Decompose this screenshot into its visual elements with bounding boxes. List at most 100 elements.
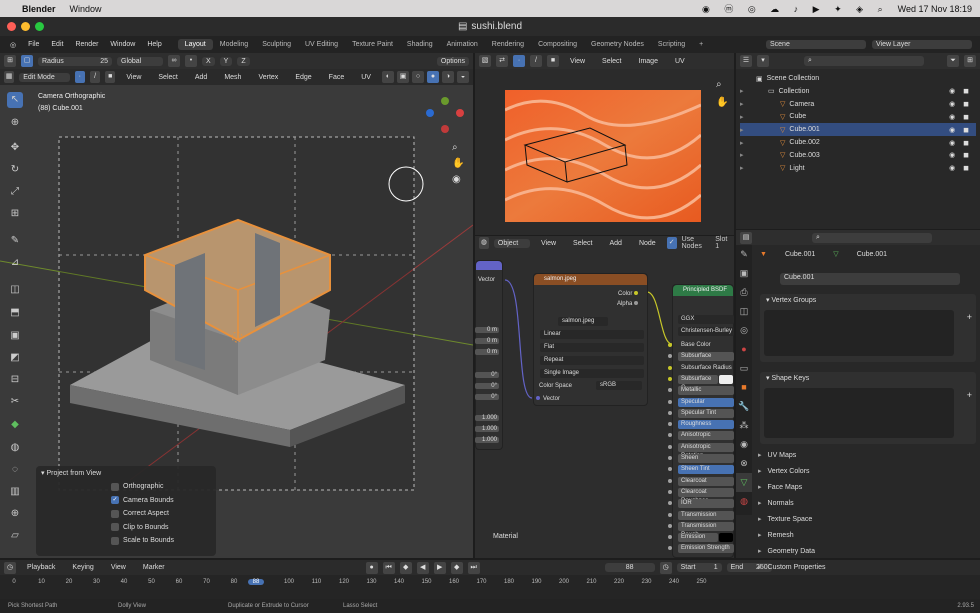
node-menu-view[interactable]: View: [535, 238, 562, 249]
properties-type-icon[interactable]: ▤: [740, 231, 752, 244]
bsdf-input-row[interactable]: Transmission Rough: [678, 521, 734, 538]
tab-uv-editing[interactable]: UV Editing: [298, 39, 345, 50]
pivot-icon[interactable]: •: [185, 55, 197, 67]
properties-search[interactable]: ⌕: [812, 232, 932, 243]
link-icon[interactable]: ∞: [168, 55, 180, 67]
spin-tool-icon[interactable]: ◍: [7, 440, 23, 456]
image-editor-type-icon[interactable]: ▧: [479, 55, 491, 67]
uv-menu-image[interactable]: Image: [633, 56, 664, 67]
poly-build-tool-icon[interactable]: ◆: [7, 417, 23, 433]
outliner-row[interactable]: ▸ ▽ Cube.003 ◉ ◼: [740, 149, 976, 162]
filter-icon[interactable]: ⏷: [947, 55, 959, 67]
option-checkbox[interactable]: ✓: [111, 496, 119, 505]
orientation-dropdown[interactable]: Global: [117, 56, 163, 66]
render-tab-icon[interactable]: ▣: [736, 264, 752, 283]
mapping-value-field[interactable]: 1.000: [475, 415, 499, 421]
bsdf-input-row[interactable]: Sheen: [678, 454, 734, 463]
bsdf-input-socket[interactable]: [668, 410, 672, 415]
minimize-window-button[interactable]: [21, 22, 30, 31]
outliner-row[interactable]: ▸ ▽ Cube ◉ ◼: [740, 110, 976, 123]
transform-tool-icon[interactable]: ⊞: [7, 206, 23, 222]
uv-menu-view[interactable]: View: [564, 56, 591, 67]
scene-selector[interactable]: Scene: [766, 40, 866, 49]
bsdf-input-socket[interactable]: [668, 489, 672, 494]
outliner-row[interactable]: ▸ ▽ Cube.002 ◉ ◼: [740, 136, 976, 149]
material-tab-icon[interactable]: ◍: [736, 492, 752, 511]
tab-geometry-nodes[interactable]: Geometry Nodes: [584, 39, 651, 50]
menu-file[interactable]: File: [22, 39, 45, 50]
smooth-tool-icon[interactable]: ◌: [7, 462, 23, 478]
shader-type-dropdown[interactable]: Object: [493, 238, 530, 248]
bsdf-input-row[interactable]: Subsurface Radius: [678, 364, 734, 373]
mac-menu-window[interactable]: Window: [70, 4, 102, 14]
prev-key-icon[interactable]: ◆: [399, 561, 412, 574]
uv-face-mode-icon[interactable]: ■: [547, 55, 559, 67]
data-tab-icon[interactable]: ▽: [736, 473, 752, 492]
uv-menu-select[interactable]: Select: [596, 56, 627, 67]
properties-section-header[interactable]: ▸ UV Maps: [758, 451, 796, 459]
select-box-tool-icon[interactable]: ↖: [7, 92, 23, 108]
timeline-menu-view[interactable]: View: [105, 562, 132, 573]
face-select-icon[interactable]: ■: [105, 71, 116, 83]
vp-menu-vertex[interactable]: Vertex: [252, 72, 284, 83]
bsdf-input-row[interactable]: Transmission: [678, 510, 734, 520]
menu-render[interactable]: Render: [69, 39, 104, 50]
image-zoom-icon[interactable]: ⌕: [716, 76, 728, 94]
jump-end-icon[interactable]: ⏭: [467, 561, 480, 574]
operator-option[interactable]: Correct Aspect: [111, 507, 216, 521]
vp-menu-select[interactable]: Select: [152, 72, 183, 83]
node-menu-select[interactable]: Select: [567, 238, 598, 249]
axis-y-toggle[interactable]: Y: [219, 56, 233, 66]
playhead[interactable]: 88: [248, 579, 264, 585]
scene-tab-icon[interactable]: ◎: [736, 321, 752, 340]
add-workspace-button[interactable]: +: [692, 39, 710, 50]
add-cube-tool-icon[interactable]: ◫: [7, 282, 23, 298]
mac-app-name[interactable]: Blender: [22, 4, 56, 14]
timeline-type-icon[interactable]: ◷: [4, 561, 16, 574]
projection-dropdown[interactable]: Flat: [540, 343, 644, 352]
option-checkbox[interactable]: [111, 482, 119, 491]
bsdf-input-socket[interactable]: [668, 343, 672, 347]
physics-tab-icon[interactable]: ◉: [736, 435, 752, 454]
image-pan-icon[interactable]: ✋: [716, 94, 728, 112]
mapping-value-field[interactable]: 0 m: [475, 327, 499, 333]
cursor-tool-icon[interactable]: ⊕: [7, 115, 23, 131]
properties-section-header[interactable]: ▸ Custom Properties: [758, 563, 825, 571]
blender-logo-icon[interactable]: ◎: [4, 39, 22, 51]
bsdf-input-row[interactable]: Subsurface: [678, 352, 734, 362]
color-output[interactable]: Color: [618, 291, 641, 297]
tab-compositing[interactable]: Compositing: [531, 39, 584, 50]
zoom-icon[interactable]: ⌕: [452, 140, 464, 156]
mode-dropdown[interactable]: Edit Mode: [19, 72, 70, 82]
status-icons[interactable]: ◉ ⓜ ◎ ☁ ♪ ▶ ✦ ◈ ⌕: [702, 2, 889, 15]
operator-title[interactable]: ▾ Project from View: [36, 466, 216, 480]
add-vertex-group-button[interactable]: +: [967, 312, 972, 322]
edge-slide-tool-icon[interactable]: ▥: [7, 484, 23, 500]
option-checkbox[interactable]: [111, 523, 119, 532]
properties-section-header[interactable]: ▸ Geometry Data: [758, 547, 815, 555]
jump-start-icon[interactable]: ⏮: [382, 561, 395, 574]
image-texture-node[interactable]: salmon.jpeg Color Alpha salmon.jpeg Line…: [533, 273, 648, 406]
menu-edit[interactable]: Edit: [45, 39, 69, 50]
measure-tool-icon[interactable]: ⊿: [7, 255, 23, 271]
node-editor-type-icon[interactable]: ◍: [479, 237, 489, 249]
record-icon[interactable]: ●: [365, 561, 378, 574]
properties-section-header[interactable]: ▸ Remesh: [758, 531, 794, 539]
axis-z-toggle[interactable]: Z: [237, 56, 250, 66]
bsdf-input-row[interactable]: Base Color: [678, 341, 734, 350]
outliner-row[interactable]: ▣ Scene Collection: [740, 72, 976, 85]
mac-clock[interactable]: Wed 17 Nov 18:19: [898, 4, 972, 14]
timeline-menu-keying[interactable]: Keying: [66, 562, 99, 573]
uv-edge-mode-icon[interactable]: /: [530, 55, 542, 67]
bsdf-title[interactable]: Principled BSDF: [673, 285, 733, 296]
alpha-output[interactable]: Alpha: [617, 301, 641, 307]
editor-type-icon[interactable]: ⊞: [4, 55, 16, 67]
mapping-value-field[interactable]: 1.000: [475, 426, 499, 432]
color-swatch[interactable]: [719, 533, 733, 543]
display-mode-icon[interactable]: ▾: [757, 55, 769, 67]
collection-tab-icon[interactable]: ▭: [736, 359, 752, 378]
visibility-toggles[interactable]: ◉ ◼: [949, 139, 976, 147]
tab-modeling[interactable]: Modeling: [213, 39, 255, 50]
annotate-tool-icon[interactable]: ✎: [7, 233, 23, 249]
color-space-dropdown[interactable]: sRGB: [596, 381, 642, 390]
